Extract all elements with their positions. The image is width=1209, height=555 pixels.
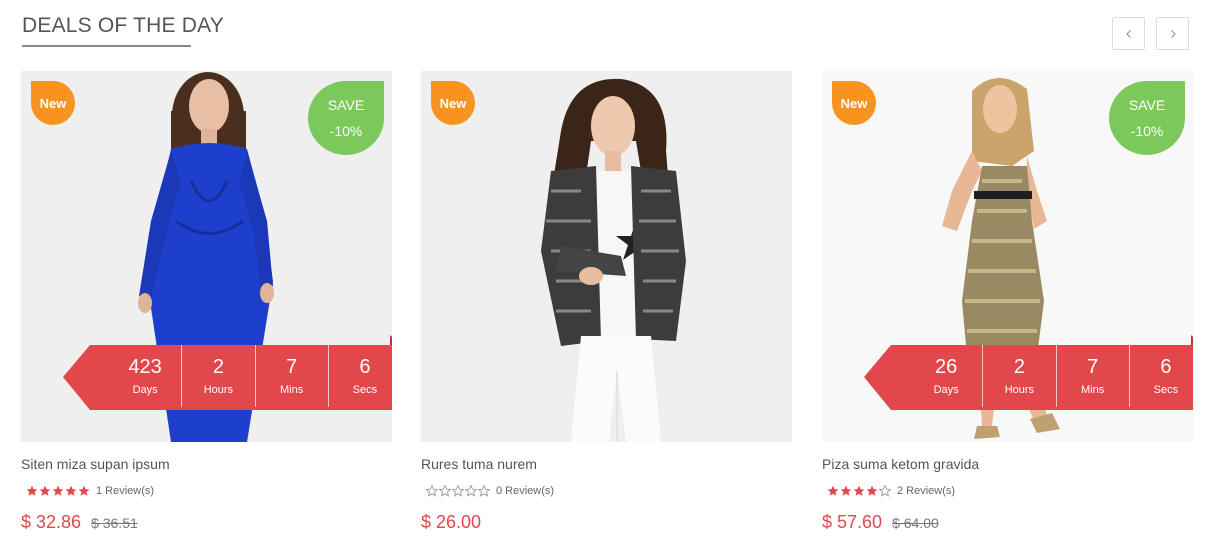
countdown-days: 26 Days <box>910 345 984 407</box>
star-empty-icon <box>879 485 891 497</box>
save-badge: SAVE -10% <box>308 81 384 155</box>
save-badge-value: -10% <box>329 123 363 139</box>
title-underline <box>22 45 191 47</box>
product-image-link[interactable]: New <box>421 71 792 442</box>
product-card: New SAVE -10% 423 Days 2 Hours 7 Mins 6 … <box>21 71 392 532</box>
countdown-secs-label: Secs <box>1153 384 1179 396</box>
product-image-link[interactable]: New SAVE -10% 423 Days 2 Hours 7 Mins 6 … <box>21 71 392 442</box>
countdown-mins: 7 Mins <box>1057 345 1130 407</box>
countdown-secs: 6 Secs <box>329 345 392 407</box>
star-filled-icon <box>52 485 64 496</box>
countdown-mins-value: 7 <box>1087 356 1099 378</box>
countdown-days-value: 26 <box>935 356 958 378</box>
star-filled-icon <box>65 485 77 496</box>
countdown-secs: 6 Secs <box>1130 345 1193 407</box>
countdown-days-value: 423 <box>128 356 162 378</box>
price-row: $ 57.60 $ 64.00 <box>822 512 939 533</box>
star-empty-icon <box>452 485 464 497</box>
product-rating: 0 Review(s) <box>426 485 554 497</box>
price-row: $ 26.00 <box>421 512 481 533</box>
star-empty-icon <box>465 485 477 497</box>
new-badge: New <box>31 81 75 125</box>
countdown-hours-value: 2 <box>1013 356 1025 378</box>
product-price: $ 57.60 <box>822 512 883 532</box>
carousel-next-button[interactable] <box>1156 17 1189 50</box>
review-count-link[interactable]: 1 Review(s) <box>96 485 154 497</box>
save-badge-label: SAVE <box>327 97 365 113</box>
product-card: New Rures tuma nurem 0 Review(s) $ 26.00 <box>421 71 792 532</box>
review-count-link[interactable]: 2 Review(s) <box>897 485 955 497</box>
save-badge: SAVE -10% <box>1109 81 1185 155</box>
countdown-days: 423 Days <box>109 345 183 407</box>
new-badge: New <box>832 81 876 125</box>
countdown-timer: 26 Days 2 Hours 7 Mins 6 Secs <box>864 335 1193 410</box>
section-title: DEALS OF THE DAY <box>22 14 224 37</box>
new-badge: New <box>431 81 475 125</box>
star-empty-icon <box>439 485 451 497</box>
product-name-link[interactable]: Siten miza supan ipsum <box>21 456 170 472</box>
rating-stars <box>827 485 891 497</box>
countdown-secs-value: 6 <box>1160 356 1172 378</box>
countdown-mins: 7 Mins <box>256 345 329 407</box>
product-rating: 1 Review(s) <box>26 485 154 497</box>
review-count-link[interactable]: 0 Review(s) <box>496 485 554 497</box>
countdown-hours-label: Hours <box>203 384 234 396</box>
product-photo <box>421 71 792 442</box>
countdown-mins-label: Mins <box>280 384 304 396</box>
product-name-link[interactable]: Rures tuma nurem <box>421 456 537 472</box>
price-row: $ 32.86 $ 36.51 <box>21 512 138 533</box>
product-price: $ 26.00 <box>421 512 482 532</box>
star-empty-icon <box>426 485 438 497</box>
product-name-link[interactable]: Piza suma ketom gravida <box>822 456 979 472</box>
star-filled-icon <box>840 485 852 496</box>
countdown-days-label: Days <box>132 384 158 396</box>
rating-stars <box>26 485 90 497</box>
star-filled-icon <box>827 485 839 496</box>
old-price: $ 36.51 <box>91 515 138 531</box>
product-rating: 2 Review(s) <box>827 485 955 497</box>
countdown-hours-label: Hours <box>1004 384 1035 396</box>
star-filled-icon <box>26 485 38 496</box>
old-price: $ 64.00 <box>892 515 939 531</box>
carousel-prev-button[interactable] <box>1112 17 1145 50</box>
star-filled-icon <box>866 485 878 496</box>
product-card: New SAVE -10% 26 Days 2 Hours 7 Mins 6 S… <box>822 71 1193 532</box>
countdown-hours: 2 Hours <box>182 345 256 407</box>
countdown-secs-label: Secs <box>352 384 378 396</box>
star-filled-icon <box>78 485 90 496</box>
countdown-days-label: Days <box>933 384 959 396</box>
countdown-hours-value: 2 <box>212 356 224 378</box>
product-price: $ 32.86 <box>21 512 82 532</box>
rating-stars <box>426 485 490 497</box>
save-badge-label: SAVE <box>1128 97 1166 113</box>
product-image-link[interactable]: New SAVE -10% 26 Days 2 Hours 7 Mins 6 S… <box>822 71 1193 442</box>
save-badge-value: -10% <box>1130 123 1164 139</box>
countdown-mins-value: 7 <box>286 356 298 378</box>
countdown-hours: 2 Hours <box>983 345 1057 407</box>
star-filled-icon <box>39 485 51 496</box>
chevron-left-icon <box>1125 29 1131 38</box>
chevron-right-icon <box>1170 29 1176 38</box>
countdown-mins-label: Mins <box>1081 384 1105 396</box>
star-filled-icon <box>853 485 865 496</box>
star-empty-icon <box>478 485 490 497</box>
countdown-secs-value: 6 <box>359 356 371 378</box>
countdown-timer: 423 Days 2 Hours 7 Mins 6 Secs <box>63 335 392 410</box>
